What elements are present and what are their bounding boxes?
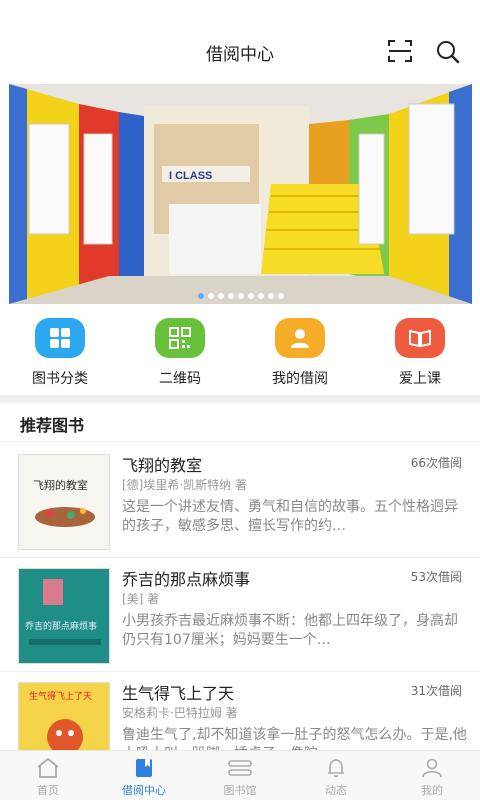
carousel-dot[interactable]	[277, 293, 284, 299]
tab-label: 首页	[37, 784, 59, 797]
home-icon	[35, 757, 61, 779]
quick-action-label: 爱上课	[399, 371, 441, 387]
book-cover: 飞翔的教室	[18, 454, 110, 550]
carousel-dot[interactable]	[217, 293, 224, 299]
book-open-icon	[395, 318, 445, 358]
carousel-dot[interactable]	[247, 293, 254, 299]
book-cover: 乔吉的那点麻烦事	[18, 568, 110, 664]
tab-library[interactable]: 图书馆	[192, 757, 288, 798]
header: 借阅中心	[0, 0, 480, 80]
svg-text:飞翔的教室: 飞翔的教室	[33, 478, 88, 492]
divider	[0, 671, 480, 672]
book-item[interactable]: 乔吉的那点麻烦事 乔吉的那点麻烦事 53次借阅 [美] 著 小男孩乔吉最近麻烦事…	[0, 560, 480, 672]
scan-icon[interactable]	[388, 40, 412, 62]
tab-profile[interactable]: 我的	[384, 757, 480, 798]
book-title: 乔吉的那点麻烦事	[122, 570, 251, 589]
svg-text:生气得飞上了天: 生气得飞上了天	[29, 690, 92, 702]
profile-icon	[419, 757, 445, 779]
tab-home[interactable]: 首页	[0, 757, 96, 798]
divider	[0, 557, 480, 558]
carousel-dot[interactable]	[207, 293, 214, 299]
book-title: 生气得飞上了天	[122, 684, 235, 703]
quick-action-my-borrow[interactable]: 我的借阅	[240, 318, 360, 388]
bottom-tab-bar: 首页 借阅中心 图书馆 动态 我的	[0, 750, 480, 800]
qrcode-icon	[155, 318, 205, 358]
carousel-dots[interactable]	[9, 291, 472, 299]
carousel-dot[interactable]	[227, 293, 234, 299]
tab-borrow-center[interactable]: 借阅中心	[96, 757, 192, 798]
grid-icon	[35, 318, 85, 358]
tab-label: 我的	[421, 784, 443, 797]
book-item[interactable]: 飞翔的教室 飞翔的教室 66次借阅 [德]埃里希·凯斯特纳 著 这是一个讲述友情…	[0, 446, 480, 558]
quick-actions: 图书分类 二维码 我的借阅 爱上课	[0, 310, 480, 394]
book-description: 小男孩乔吉最近麻烦事不断：他都上四年级了，身高却仍只有107厘米；妈妈要生一个…	[122, 613, 458, 648]
tab-label: 图书馆	[223, 784, 257, 797]
section-title: 推荐图书	[20, 416, 85, 435]
divider	[0, 441, 480, 442]
banner-logo: I CLASS	[169, 170, 212, 182]
banner-image: I CLASS	[9, 84, 472, 304]
banner-carousel[interactable]: I CLASS	[9, 84, 472, 304]
section-gap	[0, 395, 480, 403]
borrow-count: 31次借阅	[410, 684, 462, 698]
borrow-count: 53次借阅	[410, 570, 462, 584]
borrow-count: 66次借阅	[410, 456, 462, 470]
book-author: 安格莉卡·巴特拉姆 著	[122, 706, 238, 720]
tab-label: 动态	[325, 784, 347, 797]
carousel-dot[interactable]	[237, 293, 244, 299]
bookmark-icon	[131, 757, 157, 779]
quick-action-qrcode[interactable]: 二维码	[120, 318, 240, 388]
carousel-dot[interactable]	[257, 293, 264, 299]
book-author: [德]埃里希·凯斯特纳 著	[122, 478, 247, 492]
search-icon[interactable]	[436, 40, 460, 64]
quick-action-label: 图书分类	[32, 371, 88, 387]
tab-activity[interactable]: 动态	[288, 757, 384, 798]
bell-icon	[323, 757, 349, 779]
carousel-dot[interactable]	[197, 293, 204, 299]
quick-action-category[interactable]: 图书分类	[0, 318, 120, 388]
user-icon	[275, 318, 325, 358]
book-title: 飞翔的教室	[122, 456, 203, 475]
quick-action-class[interactable]: 爱上课	[360, 318, 480, 388]
carousel-dot[interactable]	[267, 293, 274, 299]
library-icon	[227, 757, 253, 779]
svg-text:乔吉的那点麻烦事: 乔吉的那点麻烦事	[25, 620, 97, 632]
quick-action-label: 我的借阅	[272, 371, 328, 387]
book-author: [美] 著	[122, 592, 160, 606]
tab-label: 借阅中心	[122, 784, 166, 797]
book-description: 这是一个讲述友情、勇气和自信的故事。五个性格迥异的孩子，敏感多思、擅长写作的约…	[122, 499, 458, 534]
quick-action-label: 二维码	[159, 371, 201, 387]
